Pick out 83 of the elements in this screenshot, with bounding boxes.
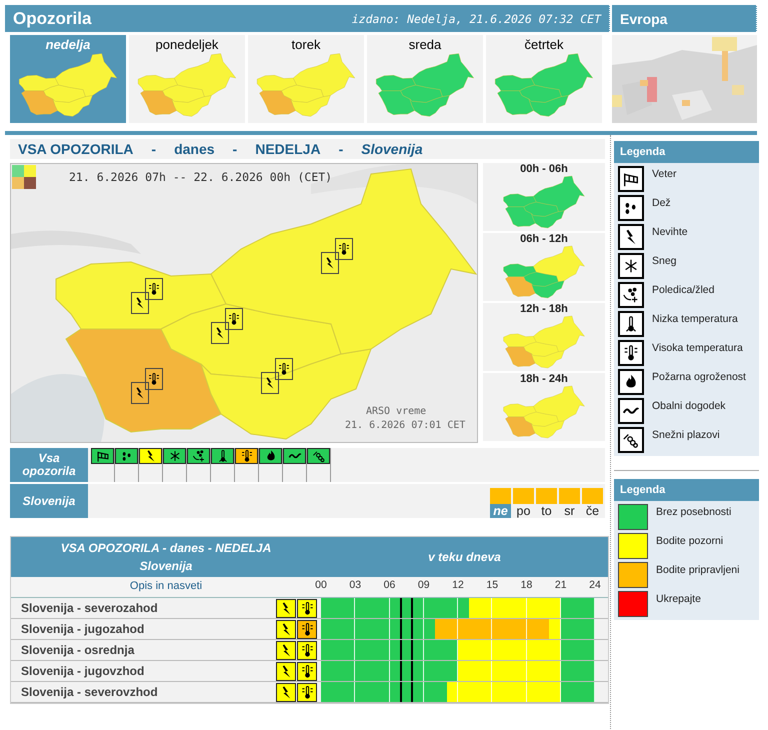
region-name: Slovenija - jugozahod [20,622,146,636]
hour-label: 24 [589,579,601,591]
period-label: 12h - 18h [520,303,568,315]
avalanche-icon [312,449,326,463]
warning-cell[interactable] [163,448,186,464]
legend-label: Dež [652,197,671,209]
map-source: ARSO vreme [366,406,426,417]
legend-label: Bodite pripravljeni [656,564,740,576]
day-tab[interactable]: torek [248,35,364,123]
hour-label: 18 [520,579,532,591]
section-title: - [232,141,238,157]
section-title: Slovenija [361,141,423,157]
period-label: 00h - 06h [520,163,568,175]
section-title: - [151,141,156,157]
table-subtitle: Slovenija [140,559,192,573]
hour-label: 12 [452,579,464,591]
thermometer-icon [147,282,161,296]
warning-cell[interactable] [91,448,114,464]
row-label: Vsa opozorila [10,448,88,482]
region-name: Slovenija - severovzhod [20,685,159,699]
warning-cell[interactable] [211,448,234,464]
legend-label: Visoka temperatura [652,342,743,354]
hour-label: 00 [315,579,327,591]
europe-title: Evropa [620,10,668,26]
map-period: 21. 6.2026 07h -- 22. 6.2026 00h (CET) [69,170,332,184]
warning-cell[interactable] [139,448,162,464]
legend-title: Legenda [614,479,759,501]
legend-label: Veter [652,168,677,180]
warning-cell[interactable] [283,448,306,464]
thermometer-icon [622,344,640,362]
legend-label: Ukrepajte [656,593,701,605]
table-title: VSA OPOZORILA - danes - NEDELJA [60,541,272,555]
region-name: Slovenija - osrednja [20,643,136,657]
issued-time: izdano: Nedelja, 21.6.2026 07:32 CET [352,12,601,26]
legend-label: Požarna ogroženost [652,371,746,383]
row-label: Slovenija [10,484,88,518]
thermometer-icon [227,312,241,326]
legend-label: Nevihte [652,226,688,238]
thermometer-icon [147,372,161,386]
hour-label: 09 [418,579,430,591]
legend-label: Sneg [652,255,677,267]
section-title: NEDELJA [255,141,321,157]
legend-label: Poledica/žled [652,284,714,296]
hour-label: 21 [554,579,567,591]
ice-icon [622,286,640,304]
legend-label: Brez posebnosti [656,506,732,518]
day-link[interactable]: sr [559,504,580,518]
ice-icon [192,449,206,463]
legend-label: Bodite pozorni [656,535,724,547]
day-link[interactable]: če [582,504,603,518]
warning-cell[interactable] [187,448,210,464]
thermometer-icon [337,242,351,256]
legend-label: Nizka temperatura [652,313,738,325]
period-label: 06h - 12h [520,233,568,245]
day-tab[interactable]: sreda [367,35,483,123]
legend-label: Obalni dogodek [652,400,726,412]
timeline-title: v teku dneva [428,550,501,564]
hour-label: 03 [349,579,362,591]
day-link[interactable]: po [513,504,534,518]
thermometer-icon [277,362,291,376]
section-title: VSA OPOZORILA [18,141,134,157]
color-key-icon [12,165,36,189]
hour-label: 15 [486,579,498,591]
legend-label: Snežni plazovi [652,429,720,441]
snowflake-icon [168,449,182,463]
windsock-icon [96,449,110,463]
day-tab[interactable]: četrtek [486,35,602,123]
page-title: Opozorila [13,8,92,28]
warning-cell[interactable] [115,448,138,464]
section-title: - [338,141,344,157]
day-link[interactable]: to [536,504,557,518]
warning-cell[interactable] [235,448,258,464]
warning-cell[interactable] [259,448,282,464]
region-name: Slovenija - severozahod [20,601,159,615]
thermometer-icon [240,449,254,463]
day-tab[interactable]: ponedeljek [129,35,245,123]
hour-label: 06 [384,579,396,591]
period-label: 18h - 24h [520,373,568,385]
region-name: Slovenija - jugovzhod [20,664,146,678]
legend-title: Legenda [614,141,759,163]
warning-cell[interactable] [307,448,330,464]
map-timestamp: 21. 6.2026 07:01 CET [345,420,466,431]
section-title: danes [174,141,215,157]
